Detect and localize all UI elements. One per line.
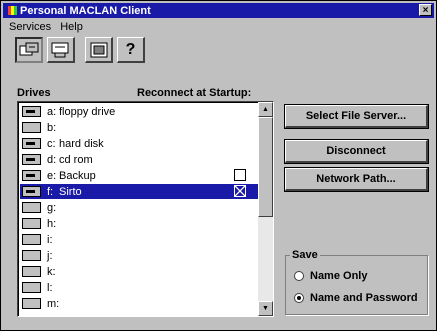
radio-label: Name Only — [310, 270, 368, 282]
settings-icon — [90, 42, 107, 57]
drive-letter: j: — [47, 249, 53, 262]
reconnect-checkbox[interactable] — [234, 169, 246, 181]
empty-drive-icon — [22, 234, 41, 245]
drive-letter: g: — [47, 201, 57, 214]
drive-letter: h: — [47, 217, 57, 230]
disconnect-drive-button[interactable] — [47, 37, 75, 63]
select-file-server-button[interactable]: Select File Server... — [284, 104, 429, 129]
drive-letter: e: — [47, 169, 57, 182]
drive-name: hard disk — [59, 137, 104, 150]
reconnect-header: Reconnect at Startup: — [137, 87, 252, 99]
radio-name-only[interactable]: Name Only — [294, 270, 367, 282]
empty-drive-icon — [22, 202, 41, 213]
drive-name: Backup — [59, 169, 96, 182]
drive-row[interactable]: c: hard disk — [20, 136, 258, 151]
drive-name: Sirto — [59, 185, 82, 198]
drive-letter: b: — [47, 121, 57, 134]
menu-services[interactable]: Services — [9, 21, 51, 35]
drive-row[interactable]: k: — [20, 264, 258, 279]
drive-connect-icon — [19, 42, 39, 56]
drive-row[interactable]: g: — [20, 200, 258, 215]
app-icon — [8, 6, 17, 15]
empty-drive-icon — [22, 298, 41, 309]
drive-letter: k: — [47, 265, 56, 278]
network-path-button[interactable]: Network Path... — [284, 167, 429, 192]
drive-letter: f: — [47, 185, 54, 198]
drive-row[interactable]: a: floppy drive — [20, 104, 258, 119]
drive-letter: m: — [47, 297, 60, 310]
drive-name: floppy drive — [59, 105, 116, 118]
empty-drive-icon — [22, 218, 41, 229]
drive-letter: l: — [47, 281, 53, 294]
radio-button[interactable] — [294, 271, 304, 281]
maclan-client-window: Personal MACLAN Client × Services Help ?… — [0, 0, 437, 331]
toolbar: ? — [15, 37, 145, 65]
disconnect-button[interactable]: Disconnect — [284, 139, 429, 164]
save-label: Save — [290, 249, 320, 261]
scroll-up-button[interactable]: ▲ — [258, 102, 273, 117]
drive-letter: i: — [47, 233, 53, 246]
drive-row[interactable]: j: — [20, 248, 258, 263]
radio-name-and-password[interactable]: Name and Password — [294, 292, 418, 304]
reconnect-checkbox[interactable] — [234, 185, 246, 197]
window-title: Personal MACLAN Client — [20, 4, 151, 17]
drive-name: cd rom — [59, 153, 93, 166]
network-drive-icon — [22, 186, 41, 197]
radio-label: Name and Password — [310, 292, 418, 304]
settings-button[interactable] — [85, 37, 113, 63]
radio-button[interactable] — [294, 293, 304, 303]
title-bar[interactable]: Personal MACLAN Client × — [3, 3, 434, 18]
empty-drive-icon — [22, 250, 41, 261]
drive-letter: d: — [47, 153, 57, 166]
empty-drive-icon — [22, 282, 41, 293]
drive-letter: c: — [47, 137, 56, 150]
connect-drive-button[interactable] — [15, 37, 43, 63]
drive-letter: a: — [47, 105, 57, 118]
drive-row[interactable]: d: cd rom — [20, 152, 258, 167]
drives-listbox[interactable]: a: floppy drive b: c: hard disk d: cd rom e: Bac… — [17, 101, 274, 317]
help-button[interactable]: ? — [117, 37, 145, 63]
scroll-thumb[interactable] — [258, 117, 273, 217]
floppy-drive-icon — [22, 106, 41, 117]
empty-drive-icon — [22, 266, 41, 277]
menu-bar: Services Help — [9, 21, 83, 35]
scrollbar[interactable]: ▲ ▼ — [258, 102, 273, 316]
menu-help[interactable]: Help — [60, 21, 83, 35]
drive-row[interactable]: f: Sirto — [20, 184, 258, 199]
scroll-down-button[interactable]: ▼ — [258, 301, 273, 316]
network-drive-icon — [22, 170, 41, 181]
drive-row[interactable]: h: — [20, 216, 258, 231]
hard-disk-icon — [22, 138, 41, 149]
drive-row[interactable]: e: Backup — [20, 168, 258, 183]
save-group: Save Name Only Name and Password — [285, 249, 428, 315]
drive-disconnect-icon — [51, 42, 68, 57]
drive-row[interactable]: i: — [20, 232, 258, 247]
close-button[interactable]: × — [419, 4, 432, 16]
drive-row[interactable]: m: — [20, 296, 258, 311]
drives-header: Drives — [17, 87, 51, 99]
cdrom-icon — [22, 154, 41, 165]
drive-row[interactable]: l: — [20, 280, 258, 295]
empty-drive-icon — [22, 122, 41, 133]
drive-row[interactable]: b: — [20, 120, 258, 135]
